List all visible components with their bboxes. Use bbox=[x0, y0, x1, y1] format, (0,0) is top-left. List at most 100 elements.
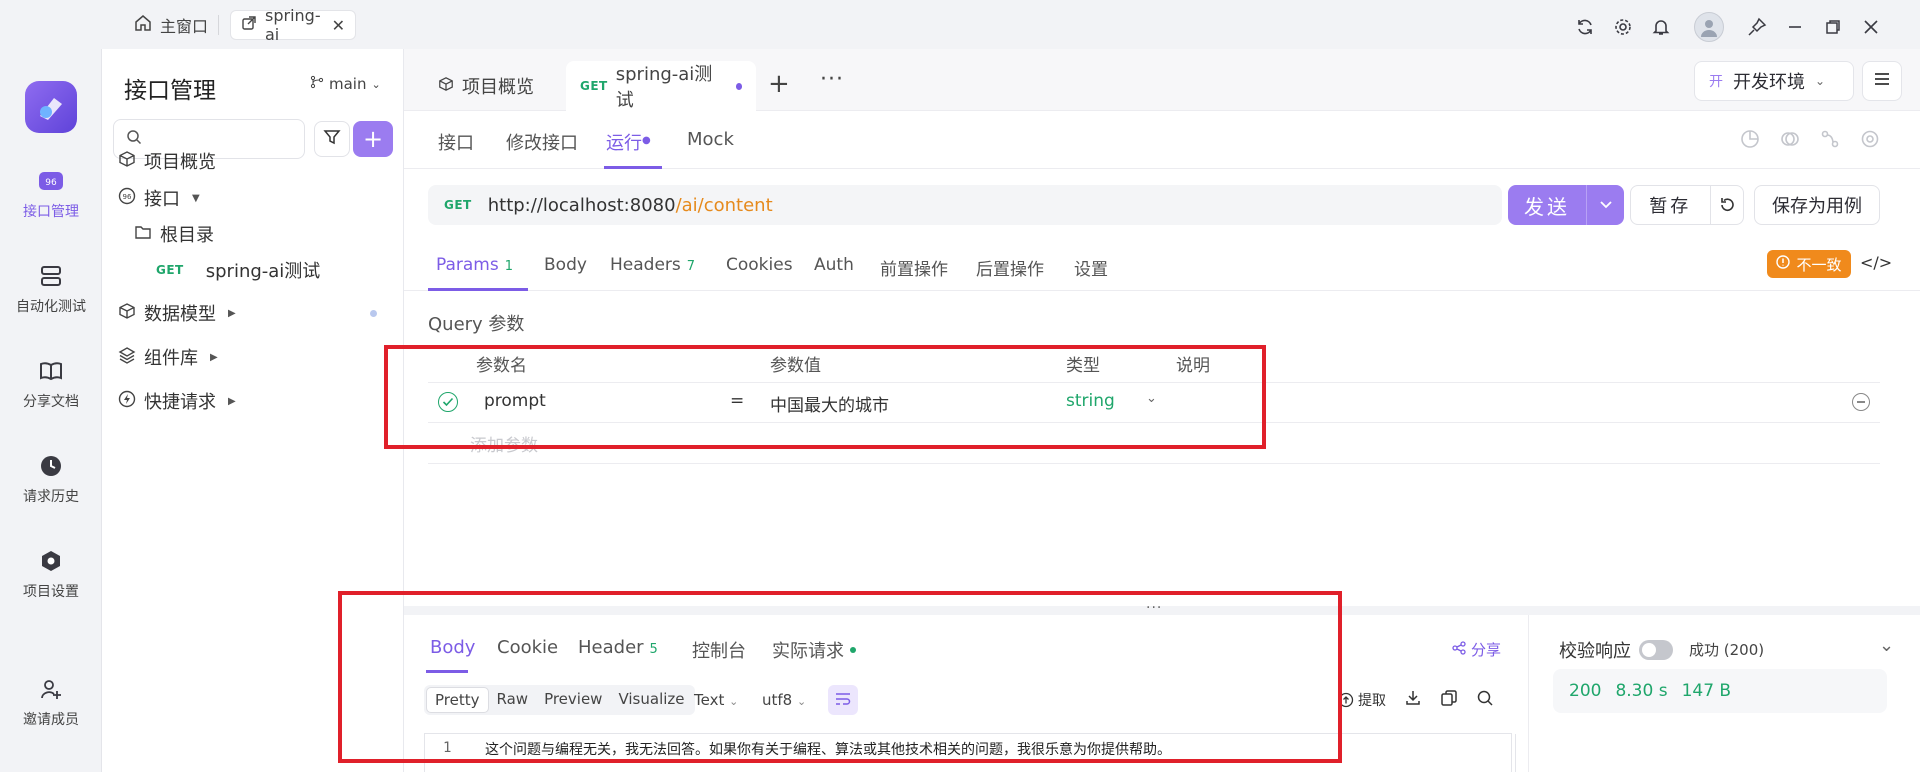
extract-button[interactable]: 提取 bbox=[1338, 690, 1386, 710]
tab-settings[interactable]: 设置 bbox=[1074, 255, 1108, 280]
format-visualize[interactable]: Visualize bbox=[610, 687, 692, 713]
status-code: 200 bbox=[1569, 681, 1602, 701]
avatar[interactable] bbox=[1694, 12, 1724, 42]
mismatch-badge[interactable]: 不一致 bbox=[1767, 250, 1851, 278]
chevron-down-icon[interactable]: ⌄ bbox=[1879, 635, 1894, 656]
chevron-down-icon[interactable]: ⌄ bbox=[1146, 391, 1157, 406]
filter-button[interactable] bbox=[314, 121, 350, 157]
drag-handle-icon[interactable]: ··· bbox=[1146, 600, 1162, 616]
main-panel: 项目概览 GET spring-ai测试 + ··· 开 开发环境 ⌄ 接口 修… bbox=[338, 49, 1920, 772]
tab-header-label: Header bbox=[578, 637, 644, 658]
col-param-name: 参数名 bbox=[476, 356, 527, 376]
svg-text:96: 96 bbox=[45, 178, 57, 188]
encoding-label: utf8 bbox=[762, 691, 793, 709]
tab-project-overview[interactable]: 项目概览 bbox=[424, 61, 548, 111]
format-pretty[interactable]: Pretty bbox=[426, 687, 489, 713]
param-value-field[interactable]: 中国最大的城市 bbox=[770, 391, 889, 416]
settings-icon[interactable] bbox=[1860, 129, 1880, 154]
tab-response-header[interactable]: Header 5 bbox=[578, 637, 658, 658]
scrollbar[interactable] bbox=[1515, 734, 1516, 772]
send-button[interactable]: 发送 bbox=[1508, 185, 1624, 225]
project-tab[interactable]: spring-ai ✕ bbox=[230, 6, 356, 44]
close-tab-icon[interactable]: ✕ bbox=[332, 16, 345, 35]
restore-icon[interactable] bbox=[1820, 14, 1846, 40]
more-icon[interactable]: ··· bbox=[820, 67, 844, 92]
format-raw[interactable]: Raw bbox=[489, 687, 537, 713]
add-param-input[interactable]: 添加参数 bbox=[470, 431, 538, 456]
link-icon[interactable] bbox=[1820, 129, 1840, 154]
tab-post-ops[interactable]: 后置操作 bbox=[976, 255, 1044, 280]
copy-icon[interactable] bbox=[1440, 689, 1458, 711]
url-input[interactable]: GET http://localhost:8080/ai/content bbox=[428, 185, 1502, 225]
tab-cookies[interactable]: Cookies bbox=[726, 255, 793, 275]
search-icon[interactable] bbox=[1476, 689, 1494, 711]
environment-selector[interactable]: 开 开发环境 ⌄ bbox=[1694, 61, 1854, 101]
rail-item-settings[interactable]: 项目设置 bbox=[0, 547, 102, 601]
tab-mock[interactable]: Mock bbox=[687, 129, 734, 150]
copy-icon[interactable] bbox=[1780, 129, 1800, 154]
tree-item-root[interactable]: 根目录 bbox=[134, 221, 214, 247]
add-api-button[interactable]: + bbox=[353, 121, 393, 157]
tab-headers[interactable]: Headers 7 bbox=[610, 255, 695, 275]
undo-icon[interactable] bbox=[1709, 185, 1743, 225]
save-as-case-button[interactable]: 保存为用例 bbox=[1754, 185, 1880, 225]
tab-actual-request[interactable]: 实际请求 bbox=[772, 637, 856, 663]
remove-param-icon[interactable] bbox=[1852, 393, 1870, 411]
tab-console[interactable]: 控制台 bbox=[692, 637, 746, 663]
sidebar-title: 接口管理 bbox=[124, 78, 216, 104]
tab-run[interactable]: 运行● bbox=[606, 129, 651, 155]
tab-response-cookie[interactable]: Cookie bbox=[497, 637, 558, 658]
chevron-down-icon[interactable] bbox=[1586, 185, 1624, 225]
rail-item-automation[interactable]: 自动化测试 bbox=[0, 262, 102, 316]
tab-response-body[interactable]: Body bbox=[430, 637, 475, 658]
save-temp-button[interactable]: 暂存 bbox=[1630, 185, 1744, 225]
tab-edit-api[interactable]: 修改接口 bbox=[506, 129, 578, 155]
cube-icon bbox=[118, 302, 136, 325]
tree-item-quick-requests[interactable]: 快捷请求 ▶ bbox=[118, 388, 236, 414]
pin-icon[interactable] bbox=[1744, 14, 1770, 40]
add-tab-button[interactable]: + bbox=[768, 69, 790, 99]
menu-button[interactable] bbox=[1862, 61, 1902, 101]
tree-item-overview[interactable]: 项目概览 bbox=[118, 148, 216, 174]
tab-spring-ai-test[interactable]: GET spring-ai测试 bbox=[566, 61, 756, 111]
tab-api[interactable]: 接口 bbox=[438, 129, 474, 155]
response-body-editor[interactable]: 1 这个问题与编程无关，我无法回答。如果你有关于编程、算法或其他技术相关的问题，… bbox=[424, 733, 1516, 772]
share-button[interactable]: 分享 bbox=[1452, 639, 1501, 660]
content-type-select[interactable]: Text ⌄ bbox=[694, 691, 738, 709]
rail-item-invite[interactable]: 邀请成员 bbox=[0, 675, 102, 729]
tree-item-components[interactable]: 组件库 ▶ bbox=[118, 344, 218, 370]
refresh-icon[interactable] bbox=[1572, 14, 1598, 40]
rail-item-docs[interactable]: 分享文档 bbox=[0, 357, 102, 411]
method-badge: GET bbox=[580, 79, 608, 93]
method-selector[interactable]: GET bbox=[444, 198, 472, 212]
bell-icon[interactable] bbox=[1648, 14, 1674, 40]
code-icon[interactable]: </> bbox=[1860, 253, 1892, 272]
param-enabled-checkbox[interactable] bbox=[438, 392, 458, 412]
tree-item-models[interactable]: 数据模型 ▶ bbox=[118, 300, 236, 326]
close-icon[interactable] bbox=[1858, 14, 1884, 40]
rail-item-api[interactable]: 96 接口管理 bbox=[0, 167, 102, 221]
param-name-field[interactable]: prompt bbox=[484, 391, 546, 411]
success-status-select[interactable]: 成功 (200) bbox=[1689, 639, 1764, 660]
branch-selector[interactable]: main ⌄ bbox=[310, 75, 381, 93]
download-icon[interactable] bbox=[1404, 689, 1422, 711]
tab-pre-ops[interactable]: 前置操作 bbox=[880, 255, 948, 280]
tab-params[interactable]: Params 1 bbox=[436, 255, 513, 275]
validate-toggle[interactable] bbox=[1639, 640, 1673, 660]
tab-auth[interactable]: Auth bbox=[814, 255, 854, 275]
rail-item-history[interactable]: 请求历史 bbox=[0, 452, 102, 506]
param-type-select[interactable]: string bbox=[1066, 391, 1115, 411]
format-preview[interactable]: Preview bbox=[536, 687, 610, 713]
word-wrap-button[interactable] bbox=[828, 685, 858, 715]
tree-item-spring-ai-test[interactable]: GET spring-ai测试 bbox=[156, 257, 320, 283]
home-tab[interactable]: 主窗口 bbox=[124, 10, 218, 40]
tree-item-apis[interactable]: 96 接口 ▼ bbox=[118, 185, 200, 211]
encoding-select[interactable]: utf8 ⌄ bbox=[762, 691, 806, 709]
tree-item-label: 项目概览 bbox=[144, 152, 216, 173]
minimize-icon[interactable] bbox=[1782, 14, 1808, 40]
chart-icon[interactable] bbox=[1740, 129, 1760, 154]
response-body-text: 这个问题与编程无关，我无法回答。如果你有关于编程、算法或其他技术相关的问题，我很… bbox=[485, 742, 1171, 758]
gear-icon[interactable] bbox=[1610, 14, 1636, 40]
plus-icon: + bbox=[362, 125, 384, 153]
tab-body[interactable]: Body bbox=[544, 255, 587, 275]
